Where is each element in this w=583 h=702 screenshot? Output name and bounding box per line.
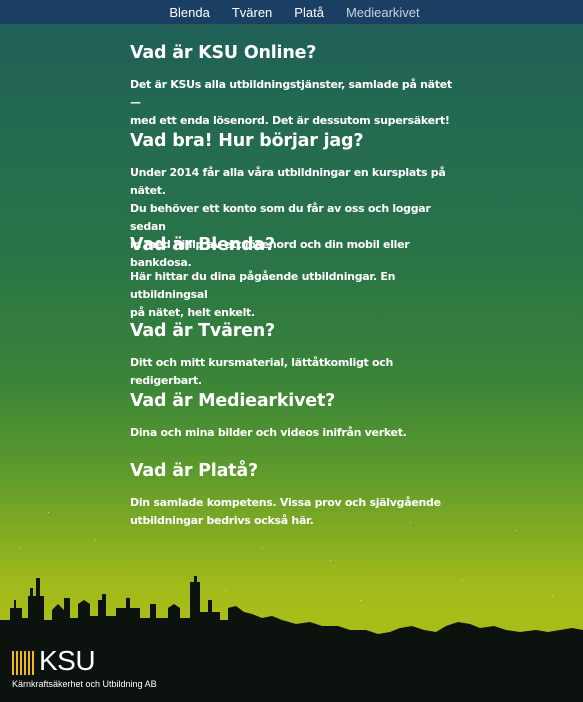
section-text-line: med ett enda lösenord. Det är dessutom s…	[130, 114, 450, 127]
section-title: Vad är Platå?	[130, 461, 258, 481]
section-title: Vad är Blenda?	[130, 235, 275, 255]
star	[48, 512, 49, 513]
star	[150, 520, 151, 521]
ksu-logo: KSU Kärnkraftsäkerhet och Utbildning AB	[12, 645, 212, 694]
section-text-line: Ditt och mitt kursmaterial, lättåtkomlig…	[130, 356, 394, 387]
star	[95, 540, 96, 541]
ksu-logo-bars-icon	[12, 648, 34, 675]
star	[262, 548, 263, 549]
nav-link-blenda[interactable]: Blenda	[169, 5, 209, 20]
section-text: Dina och mina bilder och videos inifrån …	[130, 424, 407, 442]
section-text-line: Du behöver ett konto som du får av oss o…	[130, 202, 431, 233]
section-blenda: Vad är Blenda? Här hittar du dina pågåen…	[130, 232, 460, 322]
section-title: Vad bra! Hur börjar jag?	[130, 131, 364, 151]
section-ksu-online: Vad är KSU Online? Det är KSUs alla utbi…	[130, 40, 460, 130]
nav-link-mediearkivet[interactable]: Mediearkivet	[346, 5, 420, 20]
logo-bar	[28, 651, 30, 675]
star	[515, 530, 516, 531]
section-text-line: Din samlade kompetens. Vissa prov och sj…	[130, 496, 441, 509]
star	[20, 548, 21, 549]
section-plata: Vad är Platå? Din samlade kompetens. Vis…	[130, 458, 441, 530]
section-text-line: utbildningar bedrivs också här.	[130, 514, 314, 527]
logo-bar	[24, 651, 26, 675]
logo-bar	[32, 651, 34, 675]
section-text: Det är KSUs alla utbildningstjänster, sa…	[130, 76, 460, 130]
section-text-line: Här hittar du dina pågående utbildningar…	[130, 270, 396, 301]
logo-bar	[12, 651, 14, 675]
section-text-line: Det är KSUs alla utbildningstjänster, sa…	[130, 78, 452, 109]
top-navigation: Blenda Tvären Platå Mediearkivet	[0, 0, 583, 24]
section-text: Här hittar du dina pågående utbildningar…	[130, 268, 460, 322]
ksu-logo-wordmark: KSU	[39, 645, 96, 676]
section-title: Vad är KSU Online?	[130, 43, 317, 63]
section-tvaren: Vad är Tvären? Ditt och mitt kursmateria…	[130, 318, 460, 390]
section-title: Vad är Tvären?	[130, 321, 276, 341]
nav-link-tvaren[interactable]: Tvären	[232, 5, 272, 20]
logo-bar	[20, 651, 22, 675]
section-text-line: Dina och mina bilder och videos inifrån …	[130, 426, 407, 439]
section-text-line: Under 2014 får alla våra utbildningar en…	[130, 166, 446, 197]
nav-link-plata[interactable]: Platå	[294, 5, 324, 20]
section-title: Vad är Mediearkivet?	[130, 391, 336, 411]
section-text: Ditt och mitt kursmaterial, lättåtkomlig…	[130, 354, 460, 390]
ksu-logo-subtitle: Kärnkraftsäkerhet och Utbildning AB	[12, 679, 157, 689]
section-text: Din samlade kompetens. Vissa prov och sj…	[130, 494, 441, 530]
logo-bar	[16, 651, 18, 675]
section-mediearkivet: Vad är Mediearkivet? Dina och mina bilde…	[130, 388, 407, 442]
star	[410, 522, 411, 523]
